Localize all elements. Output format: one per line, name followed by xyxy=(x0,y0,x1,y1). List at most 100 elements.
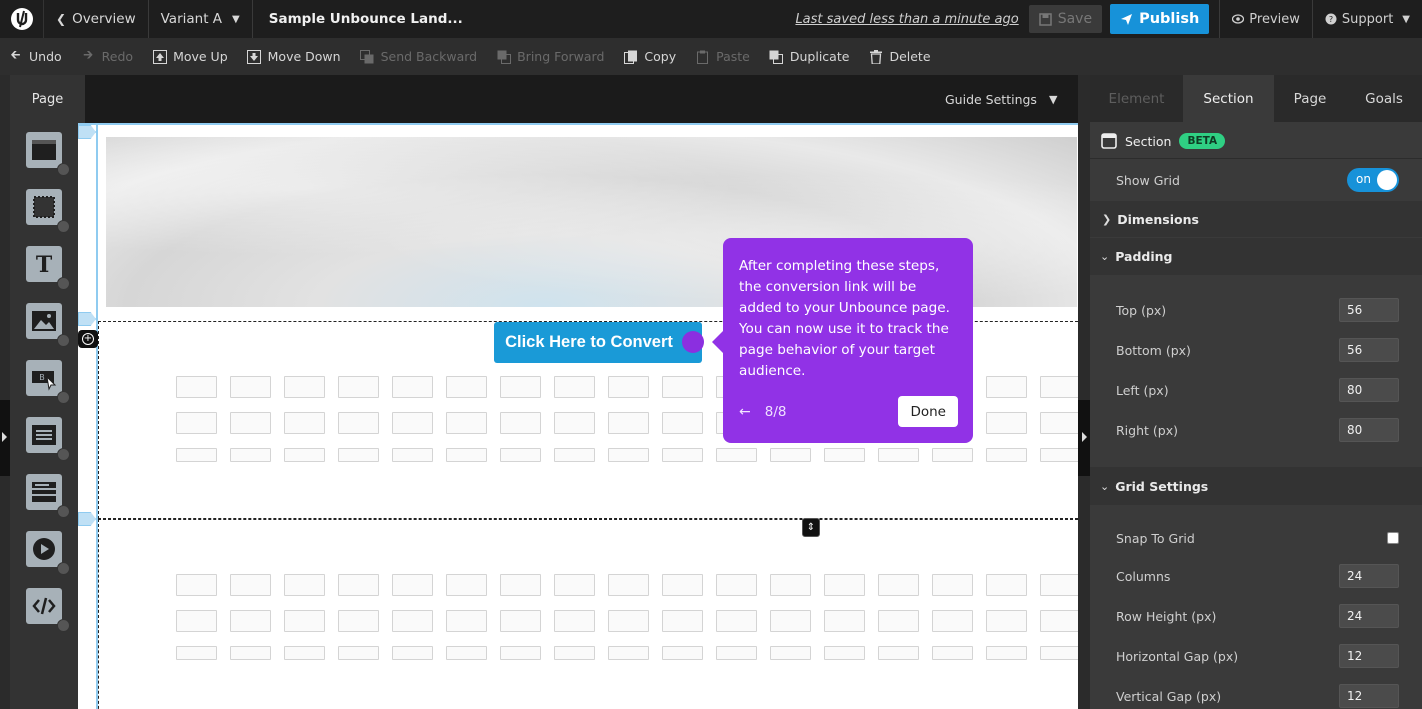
duplicate-button[interactable]: Duplicate xyxy=(769,49,849,64)
redo-button[interactable]: 🡲 Redo xyxy=(81,47,133,64)
padding-bottom-input[interactable]: 56 xyxy=(1339,338,1399,362)
overview-link[interactable]: ❮ Overview xyxy=(44,0,149,38)
grid-cell xyxy=(1040,412,1078,434)
publish-button[interactable]: Publish xyxy=(1110,4,1210,34)
tour-popover: After completing these steps, the conver… xyxy=(712,238,973,443)
floppy-icon xyxy=(1038,12,1052,26)
padding-right-input[interactable]: 80 xyxy=(1339,418,1399,442)
variant-selector[interactable]: Variant A ▼ xyxy=(149,0,253,38)
page-title: Sample Unbounce Land... xyxy=(268,11,463,27)
show-grid-toggle[interactable]: on xyxy=(1347,168,1399,192)
form-widget[interactable] xyxy=(26,417,70,461)
chevron-right-icon: ❯ xyxy=(1102,212,1112,226)
grid-cell xyxy=(284,610,325,632)
tour-back-button[interactable]: ← xyxy=(739,404,751,420)
box-widget[interactable] xyxy=(26,189,70,233)
caret-right-icon xyxy=(2,432,7,442)
grid-cell xyxy=(230,376,271,398)
delete-button[interactable]: Delete xyxy=(868,49,931,64)
tour-hotspot xyxy=(682,331,704,353)
svg-text:B: B xyxy=(39,373,45,382)
grid-cell xyxy=(230,610,271,632)
add-badge-icon xyxy=(57,505,70,518)
grid-settings-header[interactable]: ⌄ Grid Settings xyxy=(1090,467,1422,505)
padding-top-input[interactable]: 56 xyxy=(1339,298,1399,322)
chevron-left-icon: ❮ xyxy=(56,12,67,26)
section-resize-handle[interactable]: ⇕ xyxy=(802,518,820,537)
publish-label: Publish xyxy=(1139,11,1200,27)
grid-cell xyxy=(824,574,865,596)
button-widget[interactable]: B xyxy=(26,360,70,404)
section-widget[interactable] xyxy=(26,132,70,176)
grid-cell xyxy=(500,412,541,434)
list-widget[interactable] xyxy=(26,474,70,518)
move-up-button[interactable]: Move Up xyxy=(152,49,228,64)
support-menu[interactable]: ? Support ▼ xyxy=(1311,0,1422,38)
tab-page-properties[interactable]: Page xyxy=(1274,75,1346,122)
grid-cell xyxy=(878,448,919,462)
grid-row xyxy=(176,448,1078,462)
show-grid-row: Show Grid on xyxy=(1090,167,1422,193)
undo-button[interactable]: 🡰 Undo xyxy=(8,47,62,64)
move-down-button[interactable]: Move Down xyxy=(247,49,341,64)
tab-goals[interactable]: Goals xyxy=(1346,75,1422,122)
cta-button[interactable]: Click Here to Convert xyxy=(494,322,702,363)
svg-text:?: ? xyxy=(1329,15,1333,24)
grid-cell xyxy=(716,646,757,660)
dimensions-header[interactable]: ❯ Dimensions xyxy=(1090,201,1422,237)
video-widget[interactable] xyxy=(26,531,70,575)
right-panel-toggle[interactable] xyxy=(1078,400,1090,476)
send-backward-button[interactable]: Send Backward xyxy=(360,49,477,64)
horizontal-gap-input[interactable]: 12 xyxy=(1339,644,1399,668)
tab-page[interactable]: Page xyxy=(10,75,85,123)
tour-done-button[interactable]: Done xyxy=(898,396,958,427)
text-widget[interactable]: T xyxy=(26,246,70,290)
grid-row xyxy=(176,574,1078,596)
undo-label: Undo xyxy=(29,49,62,64)
padding-top-label: Top (px) xyxy=(1116,302,1167,318)
add-section-button[interactable]: + xyxy=(78,330,98,348)
grid-cell xyxy=(338,448,379,462)
vertical-gap-input[interactable]: 12 xyxy=(1339,684,1399,708)
unbounce-logo-icon[interactable] xyxy=(0,0,44,38)
copy-label: Copy xyxy=(644,49,677,64)
grid-cell xyxy=(662,448,703,462)
row-height-input[interactable]: 24 xyxy=(1339,604,1399,628)
grid-cell xyxy=(608,610,649,632)
grid-cell xyxy=(824,610,865,632)
image-widget[interactable] xyxy=(26,303,70,347)
grid-cell xyxy=(878,646,919,660)
beta-badge: BETA xyxy=(1179,133,1226,149)
padding-top-row: Top (px) 56 xyxy=(1090,297,1422,323)
undo-icon: 🡰 xyxy=(10,47,21,62)
last-saved-link[interactable]: Last saved less than a minute ago xyxy=(795,12,1018,27)
move-down-label: Move Down xyxy=(267,49,341,64)
tab-section[interactable]: Section xyxy=(1183,75,1274,122)
grid-cell xyxy=(716,448,757,462)
grid-settings-label: Grid Settings xyxy=(1115,478,1209,494)
grid-cell xyxy=(878,610,919,632)
bring-forward-button[interactable]: Bring Forward xyxy=(496,49,604,64)
columns-input[interactable]: 24 xyxy=(1339,564,1399,588)
code-widget[interactable] xyxy=(26,588,70,632)
left-panel-toggle[interactable] xyxy=(0,400,10,476)
tab-element[interactable]: Element xyxy=(1090,75,1183,122)
add-badge-icon xyxy=(57,220,70,233)
preview-button[interactable]: Preview xyxy=(1219,0,1312,38)
paste-button[interactable]: Paste xyxy=(695,49,750,64)
copy-button[interactable]: Copy xyxy=(623,49,676,64)
caret-right-icon xyxy=(1082,432,1087,442)
top-bar: ❮ Overview Variant A ▼ Sample Unbounce L… xyxy=(0,0,1422,38)
redo-icon: 🡲 xyxy=(83,47,94,62)
svg-text:T: T xyxy=(36,252,53,277)
padding-left-input[interactable]: 80 xyxy=(1339,378,1399,402)
row-height-label: Row Height (px) xyxy=(1116,608,1217,624)
guide-settings-dropdown[interactable]: Guide Settings ▼ xyxy=(945,92,1057,107)
box-icon xyxy=(33,196,55,218)
save-button[interactable]: Save xyxy=(1028,5,1103,33)
padding-header[interactable]: ⌄ Padding xyxy=(1090,238,1422,275)
grid-cell xyxy=(176,412,217,434)
snap-to-grid-checkbox[interactable] xyxy=(1387,532,1399,544)
list-icon xyxy=(32,482,56,502)
tour-step-counter: 8/8 xyxy=(764,403,787,420)
